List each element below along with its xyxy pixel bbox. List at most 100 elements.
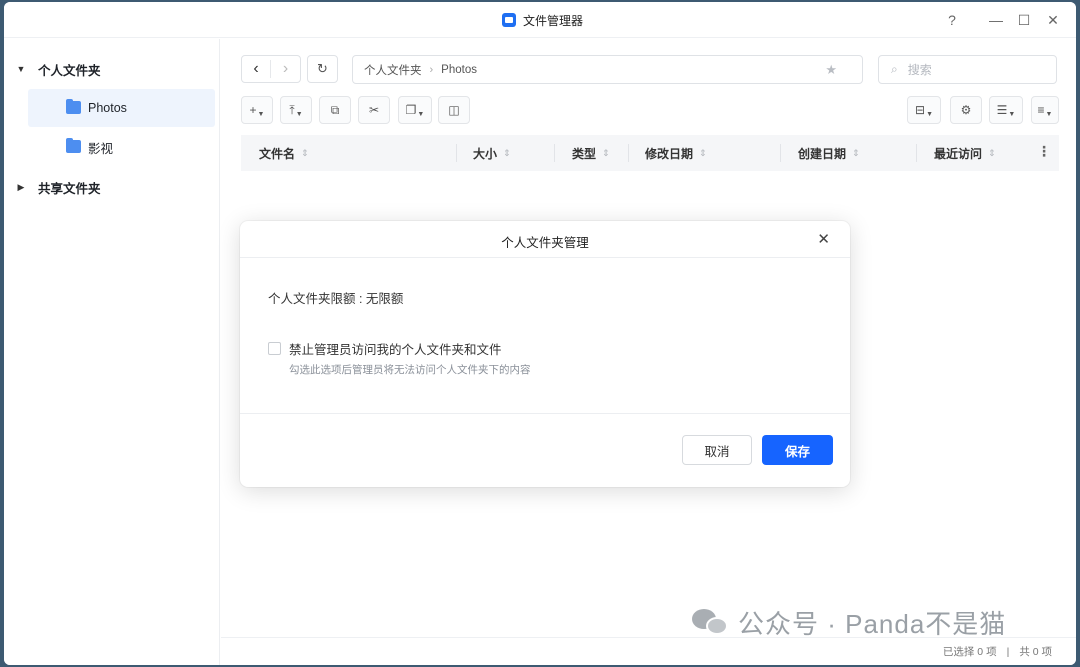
refresh-button[interactable]: ↻ bbox=[307, 55, 338, 83]
breadcrumb-item[interactable]: 个人文件夹 bbox=[364, 62, 422, 78]
watermark-text: 公众号 · Panda不是猫 bbox=[738, 608, 1007, 639]
dropdown-icon: ▼ bbox=[1045, 110, 1053, 118]
dropdown-icon: ▼ bbox=[1008, 110, 1016, 118]
column-header-label: 大小 bbox=[473, 146, 498, 161]
column-header-label: 类型 bbox=[572, 146, 597, 161]
cut-button[interactable]: ✂ bbox=[358, 96, 390, 124]
move-icon: ◫ bbox=[448, 103, 460, 117]
app-title: 文件管理器 bbox=[502, 11, 583, 29]
column-header-accessed[interactable]: 最近访问 ⇕ bbox=[934, 135, 996, 171]
paste-button[interactable]: ❐ ▼ bbox=[398, 96, 432, 124]
dialog-header: 个人文件夹管理 ✕ bbox=[240, 221, 850, 258]
column-header-name[interactable]: 文件名 ⇕ bbox=[259, 135, 309, 171]
forward-button[interactable]: › bbox=[271, 60, 300, 78]
checkbox-label[interactable]: 禁止管理员访问我的个人文件夹和文件 bbox=[289, 339, 502, 358]
folder-icon bbox=[66, 99, 81, 114]
sidebar-item-videos[interactable]: 影视 bbox=[28, 128, 215, 166]
plus-icon: + bbox=[249, 103, 257, 117]
folder-icon bbox=[66, 138, 81, 153]
dialog-close-icon[interactable]: ✕ bbox=[817, 230, 830, 248]
file-table-header: 文件名 ⇕ 大小 ⇕ 类型 ⇕ 修改日期 ⇕ 创建日期 ⇕ 最近访问 ⇕ ⋮ bbox=[241, 135, 1059, 171]
save-button[interactable]: 保存 bbox=[762, 435, 833, 465]
deny-admin-checkbox[interactable] bbox=[268, 342, 281, 355]
star-icon[interactable]: ★ bbox=[825, 62, 837, 78]
refresh-icon: ↻ bbox=[317, 61, 328, 76]
status-bar: 已选择 0 项 | 共 0 项 bbox=[221, 637, 1076, 665]
breadcrumb[interactable]: 个人文件夹 › Photos ★ bbox=[352, 55, 863, 84]
column-divider[interactable] bbox=[554, 144, 555, 162]
column-header-created[interactable]: 创建日期 ⇕ bbox=[798, 135, 860, 171]
search-placeholder: 搜索 bbox=[907, 63, 932, 77]
quota-text: 个人文件夹限额 : 无限额 bbox=[268, 292, 404, 306]
help-icon[interactable]: ? bbox=[942, 10, 962, 30]
column-header-label: 文件名 bbox=[259, 146, 296, 161]
dropdown-icon: ▼ bbox=[417, 110, 425, 118]
sort-icon: ⇕ bbox=[699, 147, 707, 158]
gear-icon: ⚙ bbox=[960, 103, 972, 117]
column-divider[interactable] bbox=[916, 144, 917, 162]
dropdown-icon: ▼ bbox=[257, 110, 265, 118]
new-button[interactable]: + ▼ bbox=[241, 96, 273, 124]
sort-icon: ⇕ bbox=[988, 147, 996, 158]
deny-admin-option[interactable]: 禁止管理员访问我的个人文件夹和文件 bbox=[268, 339, 502, 358]
sidebar-item-label: 影视 bbox=[88, 141, 114, 156]
copy-icon: ⧉ bbox=[330, 102, 340, 117]
upload-button[interactable]: ⤒ ▼ bbox=[280, 96, 312, 124]
sort-icon: ⇕ bbox=[602, 147, 610, 158]
dropdown-icon: ▼ bbox=[295, 110, 303, 118]
column-header-size[interactable]: 大小 ⇕ bbox=[473, 135, 511, 171]
search-icon: ⌕ bbox=[891, 62, 898, 76]
total-count: 共 0 项 bbox=[1019, 646, 1052, 658]
scissors-icon: ✂ bbox=[368, 103, 380, 117]
sort-button[interactable]: ≡ ▼ bbox=[1031, 96, 1059, 124]
column-header-type[interactable]: 类型 ⇕ bbox=[572, 135, 610, 171]
back-button[interactable]: ‹ bbox=[242, 60, 272, 78]
checkbox-hint: 勾选此选项后管理员将无法访问个人文件夹下的内容 bbox=[289, 364, 531, 376]
breadcrumb-separator: › bbox=[429, 63, 434, 76]
personal-folder-dialog: 个人文件夹管理 ✕ 个人文件夹限额 : 无限额 禁止管理员访问我的个人文件夹和文… bbox=[240, 221, 850, 487]
nav-buttons: ‹ › bbox=[241, 55, 301, 83]
minimize-icon[interactable]: — bbox=[986, 10, 1006, 30]
maximize-icon[interactable]: ☐ bbox=[1014, 10, 1034, 30]
column-divider[interactable] bbox=[456, 144, 457, 162]
status-divider: | bbox=[1006, 645, 1010, 658]
list-view-icon: ☰ bbox=[996, 103, 1008, 117]
app-title-text: 文件管理器 bbox=[523, 13, 584, 28]
sidebar-group-personal[interactable]: ▼ 个人文件夹 bbox=[4, 57, 220, 81]
dialog-title: 个人文件夹管理 bbox=[501, 236, 589, 250]
sidebar-item-label: Photos bbox=[88, 101, 127, 115]
column-header-label: 修改日期 bbox=[645, 146, 694, 161]
dropdown-icon: ▼ bbox=[926, 110, 933, 118]
sidebar-group-label: 个人文件夹 bbox=[38, 63, 101, 78]
caret-down-icon: ▼ bbox=[16, 64, 26, 74]
watermark: 公众号 · Panda不是猫 bbox=[692, 605, 1006, 639]
column-header-label: 创建日期 bbox=[798, 146, 847, 161]
view-mode-button[interactable]: ☰ ▼ bbox=[989, 96, 1023, 124]
search-input[interactable]: ⌕ 搜索 bbox=[878, 55, 1057, 84]
sidebar-group-label: 共享文件夹 bbox=[38, 181, 101, 196]
cancel-button[interactable]: 取消 bbox=[682, 435, 752, 465]
file-manager-window: 文件管理器 ? — ☐ ✕ ▼ 个人文件夹 Photos 影视 ▶ 共享文件夹 … bbox=[4, 2, 1076, 665]
sort-icon: ≡ bbox=[1037, 103, 1045, 117]
column-header-modified[interactable]: 修改日期 ⇕ bbox=[645, 135, 707, 171]
sort-icon: ⇕ bbox=[503, 147, 511, 158]
settings-button[interactable]: ⚙ bbox=[950, 96, 982, 124]
breadcrumb-item[interactable]: Photos bbox=[441, 64, 477, 76]
move-button[interactable]: ◫ bbox=[438, 96, 470, 124]
sidebar: ▼ 个人文件夹 Photos 影视 ▶ 共享文件夹 bbox=[4, 39, 220, 665]
upload-icon: ⤒ bbox=[289, 102, 295, 117]
toolbox-button[interactable]: ⊟ ▼ bbox=[907, 96, 941, 124]
sidebar-item-photos[interactable]: Photos bbox=[28, 89, 215, 127]
sort-icon: ⇕ bbox=[301, 147, 309, 158]
column-divider[interactable] bbox=[628, 144, 629, 162]
column-divider[interactable] bbox=[780, 144, 781, 162]
sidebar-group-shared[interactable]: ▶ 共享文件夹 bbox=[4, 175, 220, 199]
close-icon[interactable]: ✕ bbox=[1043, 10, 1063, 30]
title-bar: 文件管理器 ? — ☐ ✕ bbox=[4, 2, 1076, 38]
paste-icon: ❐ bbox=[405, 103, 417, 117]
caret-right-icon: ▶ bbox=[17, 181, 25, 192]
wechat-icon bbox=[692, 607, 730, 637]
copy-button[interactable]: ⧉ bbox=[319, 96, 351, 124]
column-header-label: 最近访问 bbox=[934, 146, 983, 161]
more-options-icon[interactable]: ⋮ bbox=[1037, 143, 1051, 160]
